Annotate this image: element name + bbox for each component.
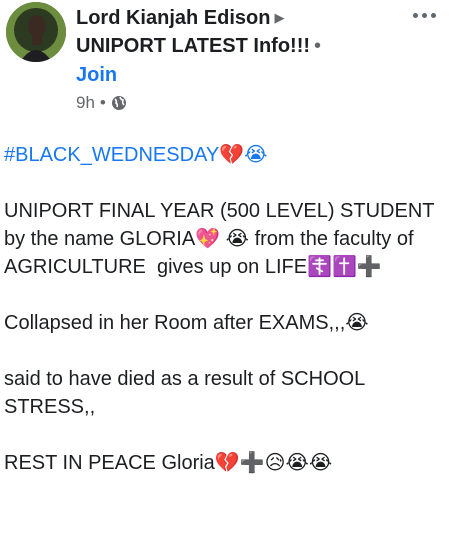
post-header: Lord Kianjah Edison ▶ UNIPORT LATEST Info…: [0, 0, 450, 120]
more-options-icon[interactable]: [406, 4, 442, 26]
post-paragraph: UNIPORT FINAL YEAR (500 LEVEL) STUDENT b…: [4, 200, 440, 278]
hashtag-link[interactable]: #BLACK_WEDNESDAY💔😭: [4, 141, 444, 169]
menu-dot: [412, 12, 418, 18]
menu-dot: [430, 12, 436, 18]
post-paragraph: said to have died as a result of SCHOOL …: [4, 368, 371, 418]
group-post: Lord Kianjah Edison ▶ UNIPORT LATEST Info…: [0, 0, 450, 548]
post-body: #BLACK_WEDNESDAY💔😭 UNIPORT FINAL YEAR (5…: [4, 141, 444, 477]
triangle-right-icon: ▶: [274, 10, 285, 25]
globe-icon: [111, 95, 127, 111]
post-meta: 9h •: [76, 93, 127, 113]
menu-dot: [421, 12, 427, 18]
group-line: UNIPORT LATEST Info!!! •: [76, 32, 406, 60]
post-paragraph: REST IN PEACE Gloria💔➕😥😭😭: [4, 452, 333, 474]
author-name[interactable]: Lord Kianjah Edison: [76, 7, 270, 29]
join-button[interactable]: Join: [76, 60, 406, 90]
author-line: Lord Kianjah Edison ▶: [76, 4, 406, 32]
avatar-image: [6, 2, 66, 62]
separator-dot: •: [99, 93, 106, 112]
post-time[interactable]: 9h: [76, 93, 95, 113]
group-name[interactable]: UNIPORT LATEST Info!!!: [76, 35, 310, 57]
author-avatar[interactable]: [6, 2, 66, 62]
author-block: Lord Kianjah Edison ▶ UNIPORT LATEST Info…: [76, 4, 406, 90]
post-paragraph: Collapsed in her Room after EXAMS,,,😭: [4, 312, 369, 334]
separator-dot: •: [314, 35, 322, 57]
